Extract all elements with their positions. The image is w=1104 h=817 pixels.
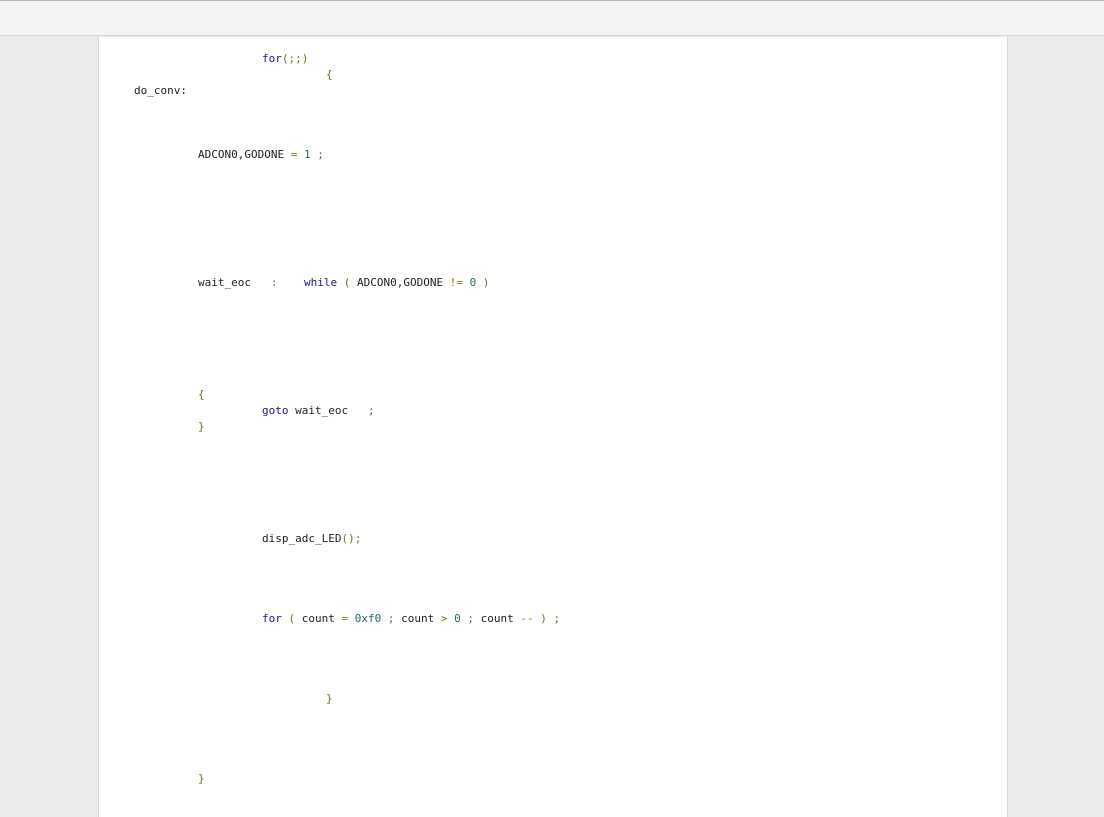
code-token: wait_eoc <box>198 276 251 289</box>
code-token: } <box>198 772 205 785</box>
code-token: wait_eoc <box>288 404 349 417</box>
document-page: for(;;) { do_conv: ADCON0,GODONE = 1 ; w… <box>98 37 1008 817</box>
code-line: { <box>326 68 333 82</box>
code-token: : <box>250 276 304 289</box>
code-token: ADCON0,GODONE <box>356 276 444 289</box>
code-token: 0xf0 <box>354 612 382 625</box>
code-token: ) ; <box>540 612 561 625</box>
code-token: while <box>303 276 338 289</box>
code-line: for(;;) <box>262 52 308 66</box>
code-line: wait_eoc : while ( ADCON0,GODONE != 0 ) <box>198 276 489 290</box>
code-token: { <box>326 68 333 81</box>
code-token: } <box>326 692 333 705</box>
code-token: do_conv: <box>134 84 187 97</box>
code-token: for <box>262 52 282 65</box>
code-token: ) <box>476 276 490 289</box>
code-line: } <box>198 420 205 434</box>
code-line: disp_adc_LED(); <box>262 532 361 546</box>
code-line: } <box>198 772 205 786</box>
code-token: ; <box>348 404 375 417</box>
code-token: 1 <box>303 148 311 161</box>
document-scroll-area[interactable]: for(;;) { do_conv: ADCON0,GODONE = 1 ; w… <box>0 37 1104 817</box>
code-line: for ( count = 0xf0 ; count > 0 ; count -… <box>262 612 560 626</box>
code-line: { <box>198 388 205 402</box>
code-line: do_conv: <box>134 84 187 98</box>
code-token: { <box>198 388 205 401</box>
code-token: } <box>198 420 205 433</box>
code-token: ( <box>281 612 302 625</box>
code-token: count <box>301 612 335 625</box>
code-token: (;;) <box>281 52 309 65</box>
code-token: ( <box>337 276 357 289</box>
code-token: ADCON0,GODONE <box>198 148 285 161</box>
code-token: ; <box>460 612 481 625</box>
code-token: disp_adc_LED <box>262 532 342 545</box>
code-token: = <box>284 148 304 161</box>
code-token: ; <box>381 612 402 625</box>
code-token: count <box>480 612 514 625</box>
code-token: count <box>401 612 435 625</box>
code-line: } <box>326 692 333 706</box>
code-token: != <box>443 276 470 289</box>
code-token: > <box>434 612 455 625</box>
code-token: (); <box>341 532 362 545</box>
code-token: for <box>262 612 282 625</box>
code-line: ADCON0,GODONE = 1 ; <box>198 148 324 162</box>
code-token: = <box>334 612 355 625</box>
code-line: goto wait_eoc ; <box>262 404 375 418</box>
code-token: -- <box>513 612 541 625</box>
code-token: 0 <box>454 612 461 625</box>
app-toolbar <box>0 0 1104 36</box>
code-token: ; <box>310 148 324 161</box>
code-token: goto <box>262 404 289 417</box>
